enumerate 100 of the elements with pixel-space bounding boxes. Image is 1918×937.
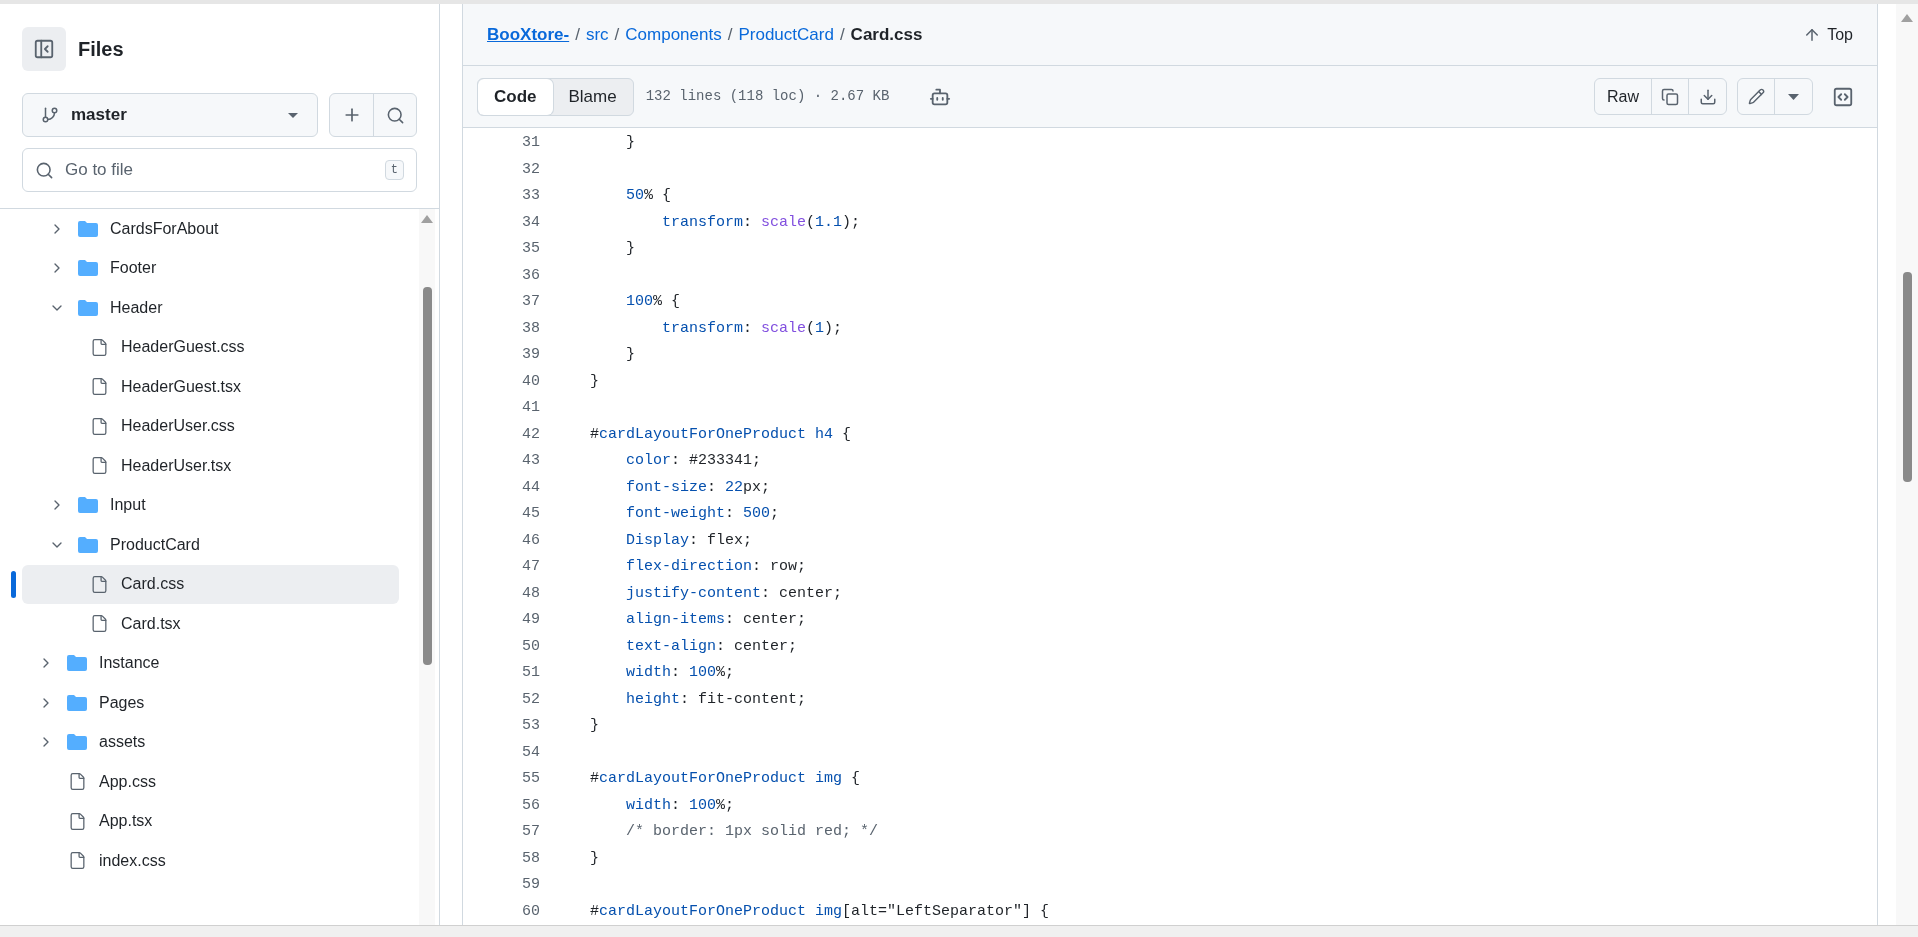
line-number: 46 — [521, 530, 540, 551]
folder-icon — [77, 535, 99, 554]
breadcrumb-link[interactable]: Components — [625, 21, 722, 48]
line-number: 53 — [521, 716, 540, 736]
tree-item[interactable]: App.css — [22, 762, 399, 802]
code-line: } — [625, 133, 635, 153]
tree-item[interactable]: ProductCard — [22, 525, 399, 565]
code-line: font-weight: 500; — [625, 504, 780, 524]
tree-item[interactable]: CardsForAbout — [22, 209, 399, 249]
line-number: 36 — [521, 265, 540, 286]
code-line: } — [625, 345, 635, 365]
branch-selector[interactable]: master — [22, 93, 318, 137]
breadcrumb-link[interactable]: src — [585, 21, 609, 48]
code-line: width: 100%; — [625, 795, 735, 816]
folder-icon — [66, 654, 88, 673]
repository-link[interactable]: BooXtore- — [487, 21, 570, 48]
breadcrumb-link[interactable]: ProductCard — [738, 21, 834, 48]
caret-icon — [287, 111, 299, 119]
line-number: 55 — [521, 769, 540, 789]
code-line: transform: scale(1.1); — [661, 212, 861, 233]
shortcut-key: t — [384, 160, 404, 180]
breadcrumb-separator: / — [614, 23, 620, 46]
breadcrumb-separator: / — [727, 23, 733, 46]
scrollbar[interactable] — [419, 209, 435, 925]
code-line: font-size: 22px; — [625, 477, 771, 498]
caret-icon — [1788, 93, 1799, 100]
raw-button[interactable]: Raw — [1595, 79, 1652, 114]
current-file-name: Card.css — [850, 23, 923, 46]
code-line: 50% { — [625, 186, 672, 206]
search-field[interactable]: Go to file — [65, 157, 385, 183]
tree-item[interactable]: HeaderUser.tsx — [22, 446, 399, 486]
view-tab[interactable]: Blame — [552, 78, 633, 115]
folder-icon — [66, 693, 88, 712]
download-icon — [1698, 87, 1717, 106]
line-number: 52 — [521, 689, 540, 710]
search-icon — [385, 105, 405, 125]
selection-indicator — [11, 570, 16, 598]
line-number: 38 — [521, 318, 540, 339]
line-number: 54 — [521, 742, 540, 763]
code-line: width: 100%; — [625, 663, 735, 683]
code-line: #cardLayoutForOneProduct img[alt="LeftSeparator"] { — [590, 901, 1050, 922]
tree-item[interactable]: assets — [22, 722, 399, 762]
code-line: height: fit-content; — [625, 689, 807, 710]
tree-item[interactable]: Input — [22, 485, 399, 525]
code-line: justify-content: center; — [625, 583, 843, 604]
line-number: 37 — [521, 292, 540, 312]
line-number: 49 — [521, 610, 540, 630]
line-number: 42 — [521, 424, 540, 445]
code-line: } — [590, 371, 599, 392]
line-number: 50 — [521, 636, 540, 657]
code-line: flex-direction: row; — [625, 557, 807, 577]
line-number: 44 — [521, 477, 540, 498]
scrollbar-thumb[interactable] — [1902, 272, 1912, 482]
tree-item[interactable]: Card.tsx — [22, 604, 399, 644]
code-line: text-align: center; — [625, 636, 798, 657]
line-number: 41 — [521, 398, 540, 418]
tree-item[interactable]: Pages — [22, 683, 399, 723]
tree-item[interactable]: Instance — [22, 643, 399, 683]
tree-item[interactable]: index.css — [22, 841, 399, 881]
line-number: 33 — [521, 186, 540, 206]
tree-item[interactable]: Header — [22, 288, 399, 328]
line-number: 59 — [521, 875, 540, 895]
tree-item[interactable]: HeaderGuest.tsx — [22, 367, 399, 407]
branch-icon — [41, 106, 59, 124]
page-scrollbar[interactable] — [1896, 4, 1918, 925]
pencil-icon — [1747, 88, 1765, 105]
code-line: color: #233341; — [625, 451, 762, 471]
breadcrumb-separator: / — [575, 23, 580, 46]
horizontal-scrollbar[interactable] — [0, 925, 1918, 937]
line-number: 57 — [521, 822, 540, 842]
code-square-icon — [1832, 85, 1854, 108]
code-line: 100% { — [625, 292, 681, 312]
view-tab[interactable]: Code — [478, 78, 553, 115]
search-icon — [35, 160, 54, 180]
code-line: #cardLayoutForOneProduct h4 { — [590, 424, 852, 445]
line-number: 34 — [521, 212, 540, 233]
code-line: transform: scale(1); — [661, 318, 843, 339]
folder-icon — [77, 219, 99, 238]
line-number: 35 — [521, 239, 540, 259]
tree-item[interactable]: Card.css — [22, 564, 399, 604]
sidebar-toggle-button[interactable] — [22, 27, 66, 71]
code-line: Display: flex; — [625, 530, 753, 551]
line-number: 45 — [521, 504, 540, 524]
line-number: 60 — [521, 901, 540, 922]
tree-item[interactable]: HeaderUser.css — [22, 406, 399, 446]
top-link[interactable]: Top — [1803, 22, 1853, 47]
breadcrumb-separator: / — [839, 23, 845, 46]
tree-item[interactable]: HeaderGuest.css — [22, 327, 399, 367]
line-number: 43 — [521, 451, 540, 471]
tree-item[interactable]: App.tsx — [22, 801, 399, 841]
line-number: 47 — [521, 557, 540, 577]
panel-icon — [33, 38, 55, 60]
code-line: } — [590, 848, 599, 869]
line-number: 40 — [521, 371, 540, 392]
scrollbar-thumb[interactable] — [422, 287, 432, 665]
code-line: } — [590, 716, 599, 736]
search-box[interactable]: Go to file t — [22, 148, 417, 192]
folder-icon — [77, 259, 99, 278]
code-line: } — [625, 239, 635, 259]
tree-item[interactable]: Footer — [22, 248, 399, 288]
